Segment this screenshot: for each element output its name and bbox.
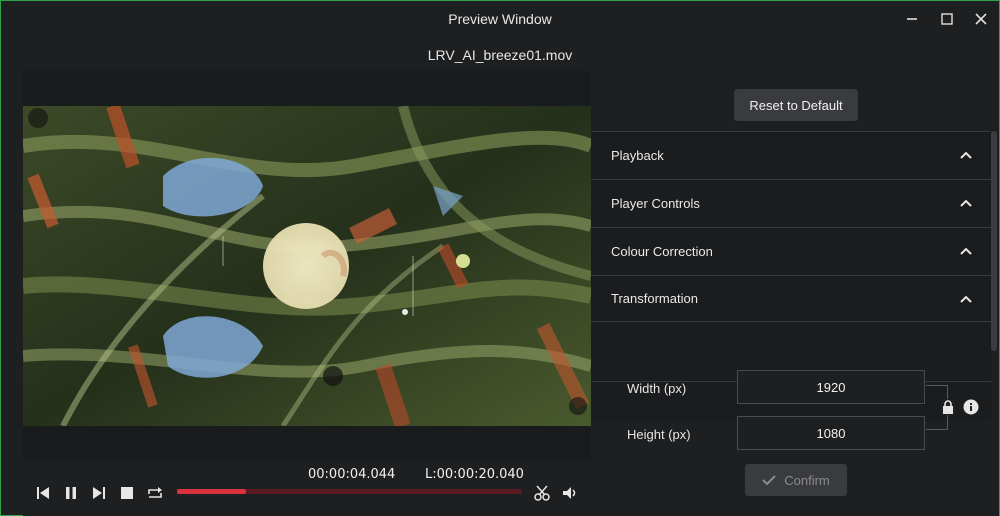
skip-back-icon[interactable] [33, 483, 53, 503]
section-label: Colour Correction [611, 243, 713, 259]
scissors-icon[interactable] [532, 483, 552, 503]
current-time: 00:00:04.044 [308, 467, 396, 482]
section-playback[interactable]: Playback [591, 131, 991, 178]
loop-icon[interactable] [145, 483, 165, 503]
window-title: Preview Window [448, 11, 552, 27]
minimize-icon[interactable] [901, 8, 923, 30]
pause-icon[interactable] [61, 483, 81, 503]
width-field[interactable] [737, 370, 925, 404]
volume-icon[interactable] [560, 483, 580, 503]
height-label: Height (px) [627, 427, 691, 442]
lock-icon[interactable] [941, 399, 955, 415]
height-field[interactable] [737, 416, 925, 450]
chevron-up-icon [960, 295, 972, 303]
reset-to-default-button[interactable]: Reset to Default [734, 89, 858, 121]
width-label: Width (px) [627, 381, 687, 396]
skip-forward-icon[interactable] [89, 483, 109, 503]
section-label: Player Controls [611, 195, 700, 211]
preview-window: Preview Window LRV_AI_breeze01.mov 00:00… [0, 0, 1000, 516]
confirm-button[interactable]: Confirm [745, 464, 847, 496]
panel-scrollbar[interactable] [991, 131, 997, 351]
seek-bar[interactable] [177, 489, 522, 494]
info-icon[interactable] [963, 399, 979, 420]
section-colour-correction[interactable]: Colour Correction [591, 227, 991, 274]
chevron-up-icon [960, 247, 972, 255]
chevron-up-icon [960, 151, 972, 159]
video-player[interactable] [23, 71, 591, 461]
chevron-up-icon [960, 199, 972, 207]
seek-progress [177, 489, 246, 494]
player-controls: 00:00:04.044 L:00:00:20.040 [23, 461, 591, 516]
close-icon[interactable] [970, 8, 992, 30]
stop-icon[interactable] [117, 483, 137, 503]
title-bar: Preview Window [1, 1, 999, 37]
confirm-label: Confirm [784, 472, 830, 488]
checkmark-icon [762, 475, 776, 486]
section-label: Playback [611, 147, 664, 163]
file-name: LRV_AI_breeze01.mov [427, 47, 573, 63]
maximize-icon[interactable] [936, 8, 958, 30]
video-frame[interactable] [23, 106, 591, 426]
section-label: Transformation [611, 291, 698, 306]
section-player-controls[interactable]: Player Controls [591, 179, 991, 226]
length-time: L:00:00:20.040 [425, 467, 524, 482]
section-transformation[interactable]: Transformation [591, 275, 991, 322]
settings-panel: Reset to Default Playback Player Control… [591, 71, 999, 516]
